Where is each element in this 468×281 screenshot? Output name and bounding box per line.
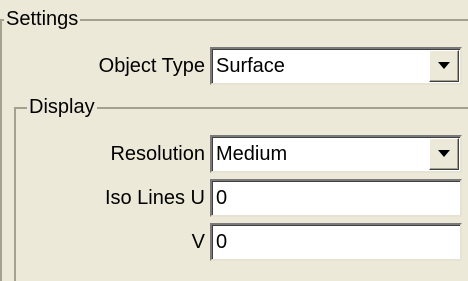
object-type-label: Object Type — [98, 55, 205, 77]
iso-lines-u-field[interactable] — [210, 179, 462, 217]
display-group-label: Display — [27, 95, 97, 119]
iso-lines-v-label: V — [191, 231, 205, 253]
resolution-dropdown-button[interactable] — [429, 138, 459, 170]
iso-lines-v-field[interactable] — [210, 223, 462, 261]
chevron-down-icon — [438, 150, 450, 157]
resolution-value: Medium — [216, 143, 288, 165]
resolution-label: Resolution — [110, 143, 205, 165]
iso-lines-u-input[interactable] — [216, 181, 452, 215]
iso-lines-u-label: Iso Lines U — [104, 187, 205, 209]
settings-group-label: Settings — [4, 7, 81, 31]
chevron-down-icon — [438, 62, 450, 69]
iso-lines-v-input[interactable] — [216, 225, 452, 259]
object-type-value: Surface — [216, 55, 285, 77]
object-type-dropdown-button[interactable] — [429, 50, 459, 82]
resolution-dropdown[interactable]: Medium — [210, 135, 462, 173]
object-type-dropdown[interactable]: Surface — [210, 47, 462, 85]
